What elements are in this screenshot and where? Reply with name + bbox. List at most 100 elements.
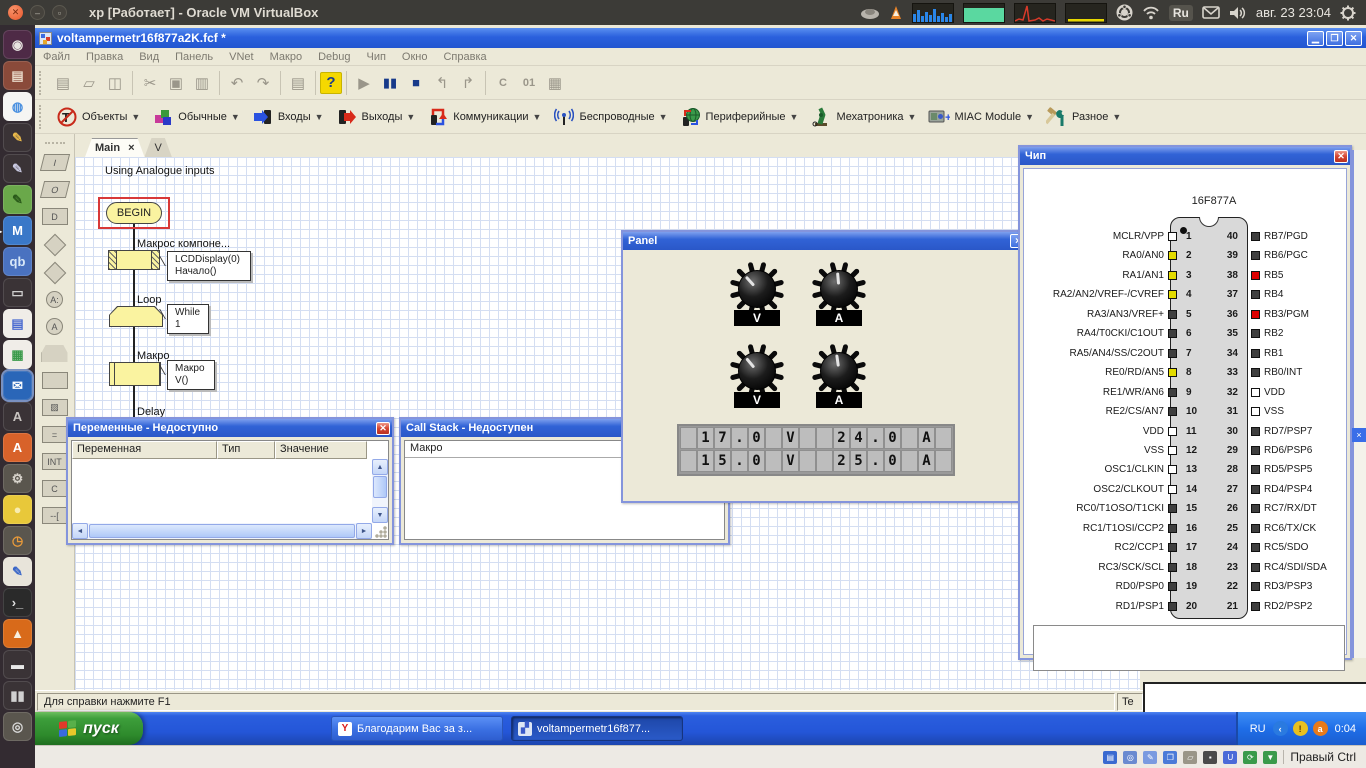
window-close-button[interactable]: ✕: [1345, 31, 1362, 46]
cut-button[interactable]: ✂: [137, 70, 163, 96]
pin-led[interactable]: [1251, 427, 1260, 436]
menu-панель[interactable]: Панель: [167, 51, 221, 63]
scroll-thumb[interactable]: [373, 476, 387, 498]
keyboard-layout-indicator[interactable]: Ru: [1169, 5, 1193, 21]
floppy-launcher-icon[interactable]: ▬: [3, 650, 32, 679]
chip-titlebar[interactable]: Чип ✕: [1020, 147, 1350, 165]
redo-button[interactable]: ↷: [250, 70, 276, 96]
menu-debug[interactable]: Debug: [310, 51, 358, 63]
output-tool[interactable]: O: [39, 181, 69, 198]
step-over-button[interactable]: ↱: [455, 70, 481, 96]
chrome-launcher-icon[interactable]: ◍: [3, 92, 32, 121]
archive-tool-launcher-icon[interactable]: A: [3, 402, 32, 431]
component-macro-tool[interactable]: ▨: [42, 399, 68, 416]
tab-v[interactable]: V: [145, 138, 172, 157]
host-maximize-button[interactable]: ▫: [52, 5, 67, 20]
terminal-launcher-icon[interactable]: ›_: [3, 588, 32, 617]
security-shield[interactable]: !: [1293, 721, 1308, 736]
pin-led[interactable]: [1168, 543, 1177, 552]
window-minimize-button[interactable]: ▁: [1307, 31, 1324, 46]
display-icon[interactable]: ▪: [1203, 751, 1217, 764]
pin-led[interactable]: [1168, 290, 1177, 299]
pin-led[interactable]: [1168, 524, 1177, 533]
pin-led[interactable]: [1251, 563, 1260, 572]
language-indicator[interactable]: ‹: [1273, 721, 1288, 736]
timer-launcher-icon[interactable]: ◷: [3, 526, 32, 555]
pin-led[interactable]: [1251, 446, 1260, 455]
shared-folder-icon[interactable]: ▱: [1183, 751, 1197, 764]
help-button[interactable]: ?: [320, 72, 342, 94]
column-header-3[interactable]: Значение: [275, 441, 367, 459]
chevron-down-icon[interactable]: ▼: [659, 112, 668, 122]
power-gear-icon[interactable]: [1340, 5, 1356, 21]
flowcode-titlebar[interactable]: voltampermetr16f877a2K.fcf * ▁ ❐ ✕: [35, 28, 1366, 48]
pin-led[interactable]: [1251, 543, 1260, 552]
pencil-tool-launcher-icon[interactable]: ✎: [3, 123, 32, 152]
settings-launcher-icon[interactable]: ⚙: [3, 464, 32, 493]
host-close-button[interactable]: ✕: [8, 5, 23, 20]
pin-led[interactable]: [1251, 232, 1260, 241]
component-group-mechatronics[interactable]: Мехатроника▼: [804, 106, 922, 128]
cpu-graph-icon[interactable]: [1014, 3, 1056, 23]
pin-led[interactable]: [1251, 368, 1260, 377]
pin-led[interactable]: [1251, 290, 1260, 299]
menu-справка[interactable]: Справка: [435, 51, 494, 63]
pin-led[interactable]: [1168, 504, 1177, 513]
pin-led[interactable]: [1168, 368, 1177, 377]
mouse-indicator-icon[interactable]: [860, 6, 880, 20]
menu-вид[interactable]: Вид: [131, 51, 167, 63]
begin-block[interactable]: BEGIN: [106, 202, 162, 224]
audio-icon[interactable]: ✎: [1143, 751, 1157, 764]
flowcode-app-launcher-icon[interactable]: M▸: [3, 216, 32, 245]
antivirus[interactable]: a: [1313, 721, 1328, 736]
input-tool[interactable]: I: [39, 154, 69, 171]
new-file-button[interactable]: ▤: [50, 70, 76, 96]
file-archiver-launcher-icon[interactable]: ▤: [3, 61, 32, 90]
component-group-outputs[interactable]: Выходы▼: [330, 106, 422, 128]
menu-чип[interactable]: Чип: [358, 51, 393, 63]
panel-titlebar[interactable]: Panel ×: [623, 232, 1029, 250]
variables-hscrollbar[interactable]: ◄ ►: [72, 523, 372, 539]
image-doc-launcher-icon[interactable]: ▤: [3, 309, 32, 338]
component-group-peripheral[interactable]: Периферийные▼: [674, 106, 805, 128]
pin-led[interactable]: [1251, 602, 1260, 611]
pause-button[interactable]: ▮▮: [377, 70, 403, 96]
pin-led[interactable]: [1251, 524, 1260, 533]
pin-led[interactable]: [1168, 485, 1177, 494]
xournal-launcher-icon[interactable]: ✎: [3, 185, 32, 214]
menu-окно[interactable]: Окно: [394, 51, 436, 63]
hdd-icon[interactable]: ▤: [1103, 751, 1117, 764]
component-group-wireless[interactable]: Беспроводные▼: [547, 106, 673, 128]
pin-led[interactable]: [1168, 582, 1177, 591]
variables-titlebar[interactable]: Переменные - Недоступно ✕: [68, 419, 392, 437]
delay-tool[interactable]: D: [42, 208, 68, 225]
scroll-thumb[interactable]: [89, 524, 355, 538]
pin-led[interactable]: [1168, 251, 1177, 260]
pin-led[interactable]: [1251, 251, 1260, 260]
hidden-window-close-icon[interactable]: ×: [1352, 428, 1366, 442]
pin-led[interactable]: [1168, 329, 1177, 338]
chevron-down-icon[interactable]: ▼: [790, 112, 799, 122]
optical-disc-icon[interactable]: ◎: [1123, 751, 1137, 764]
menu-правка[interactable]: Правка: [78, 51, 131, 63]
spreadsheet-launcher-icon[interactable]: ▦: [3, 340, 32, 369]
scroll-up-icon[interactable]: ▲: [372, 459, 388, 475]
goto-connection-tool[interactable]: A: [46, 318, 63, 335]
notes-launcher-icon[interactable]: ✎: [3, 557, 32, 586]
wifi-icon[interactable]: [1142, 6, 1160, 20]
menu-макро[interactable]: Макро: [262, 51, 310, 63]
column-header-1[interactable]: Переменная: [72, 441, 217, 459]
chevron-down-icon[interactable]: ▼: [131, 112, 140, 122]
pin-led[interactable]: [1251, 504, 1260, 513]
network-icon[interactable]: ❐: [1163, 751, 1177, 764]
pin-led[interactable]: [1168, 427, 1177, 436]
program-chip-button[interactable]: ▦: [542, 70, 568, 96]
taskbar-task-flowcode[interactable]: ▞voltampermetr16f877...: [511, 716, 683, 741]
variables-vscrollbar[interactable]: ▲ ▼: [372, 459, 388, 523]
pin-led[interactable]: [1168, 388, 1177, 397]
vlc-tray-icon[interactable]: [889, 5, 903, 21]
save-file-button[interactable]: ◫: [102, 70, 128, 96]
component-group-miac[interactable]: +MIAC Module▼: [922, 106, 1040, 128]
component-macro-block[interactable]: [108, 250, 160, 270]
chevron-down-icon[interactable]: ▼: [908, 112, 917, 122]
